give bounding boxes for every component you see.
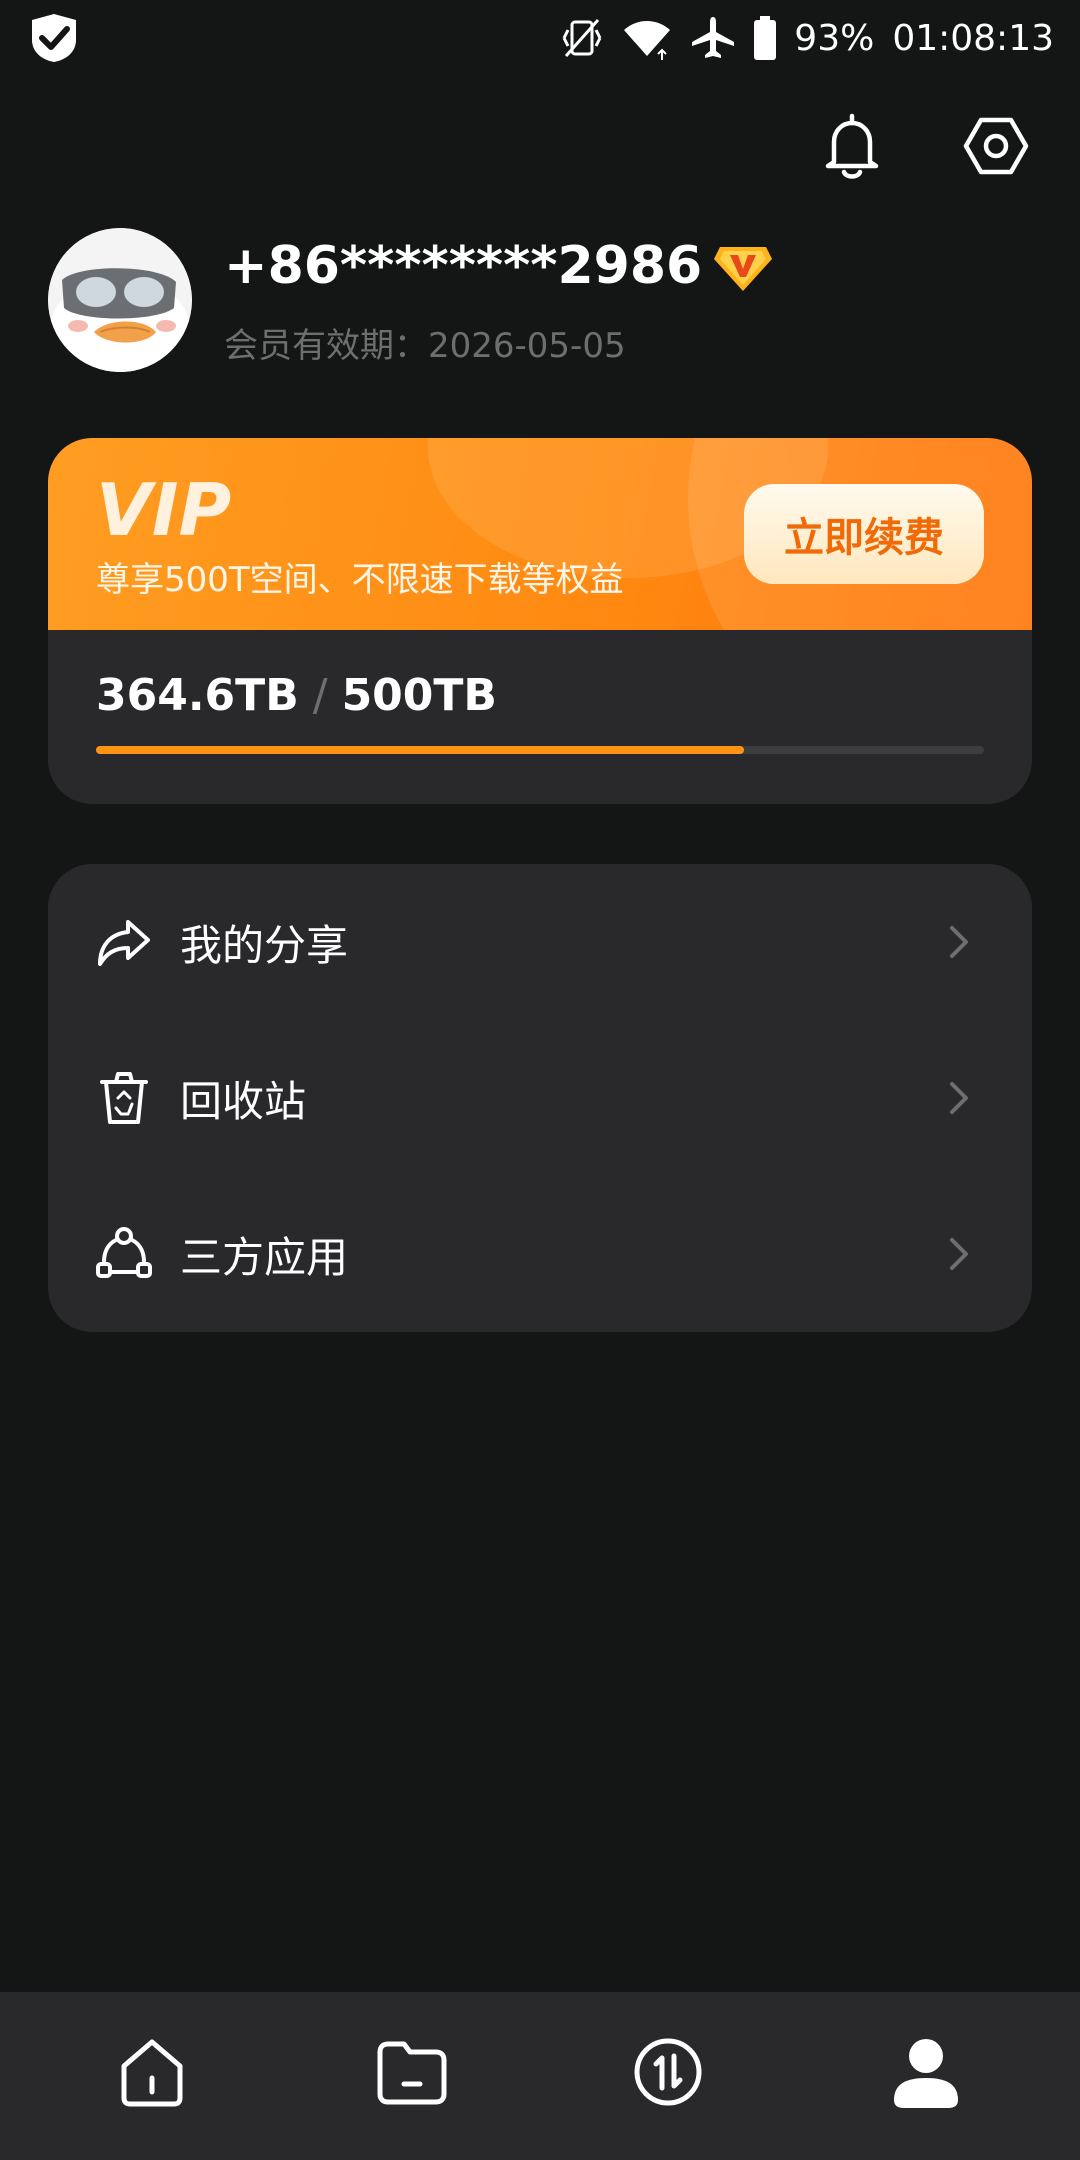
storage-usage: 364.6TB / 500TB xyxy=(96,670,497,721)
share-icon xyxy=(98,920,150,966)
shield-check-icon xyxy=(32,14,76,62)
storage-progress-fill xyxy=(96,746,744,754)
bell-icon[interactable] xyxy=(816,110,888,182)
airplane-icon xyxy=(692,17,735,58)
third-party-apps-icon xyxy=(96,1227,152,1278)
status-indicators: 93% 01:08:13 xyxy=(560,10,1054,66)
recycle-bin-icon xyxy=(100,1072,148,1124)
vip-banner: VIP 尊享500T空间、不限速下载等权益 立即续费 xyxy=(48,438,1032,630)
user-phone: +86********2986 xyxy=(224,230,774,302)
storage-progress-bar xyxy=(96,746,984,754)
vip-card: VIP 尊享500T空间、不限速下载等权益 立即续费 364.6TB / 500… xyxy=(48,438,1032,804)
storage-total: 500TB xyxy=(341,670,497,721)
renew-button[interactable]: 立即续费 xyxy=(744,484,984,584)
menu-card: 我的分享 回收站 三方应用 xyxy=(48,864,1032,1332)
vip-logo: VIP xyxy=(96,468,232,552)
membership-expiry: 会员有效期：2026-05-05 xyxy=(224,326,626,366)
menu-item-label: 回收站 xyxy=(180,1076,307,1126)
battery-percentage: 93% xyxy=(794,17,875,59)
vip-description: 尊享500T空间、不限速下载等权益 xyxy=(96,560,624,600)
transfer-icon[interactable] xyxy=(628,2032,708,2112)
duck-avatar-image xyxy=(48,228,192,372)
profile-icon[interactable] xyxy=(886,2032,966,2112)
chevron-right-icon xyxy=(950,1238,968,1270)
mute-icon xyxy=(562,19,602,57)
chevron-right-icon xyxy=(950,1082,968,1114)
chevron-right-icon xyxy=(950,926,968,958)
vip-badge-icon xyxy=(714,247,773,291)
files-icon[interactable] xyxy=(372,2032,452,2112)
menu-item-my-shares[interactable]: 我的分享 xyxy=(48,864,1032,1020)
menu-item-label: 我的分享 xyxy=(180,920,349,970)
battery-icon xyxy=(754,16,777,60)
clock: 01:08:13 xyxy=(892,17,1054,59)
storage-separator: / xyxy=(312,670,328,721)
status-bar: 93% 01:08:13 xyxy=(0,0,1080,76)
wifi-icon xyxy=(624,21,671,60)
menu-item-third-party-apps[interactable]: 三方应用 xyxy=(48,1176,1032,1332)
settings-icon[interactable] xyxy=(960,110,1032,182)
menu-item-recycle-bin[interactable]: 回收站 xyxy=(48,1020,1032,1176)
storage-used: 364.6TB xyxy=(96,670,299,721)
avatar[interactable] xyxy=(48,228,192,372)
phone-number: +86********2986 xyxy=(224,236,703,296)
menu-item-label: 三方应用 xyxy=(180,1232,349,1282)
home-icon[interactable] xyxy=(112,2032,192,2112)
bottom-navigation xyxy=(0,1992,1080,2160)
